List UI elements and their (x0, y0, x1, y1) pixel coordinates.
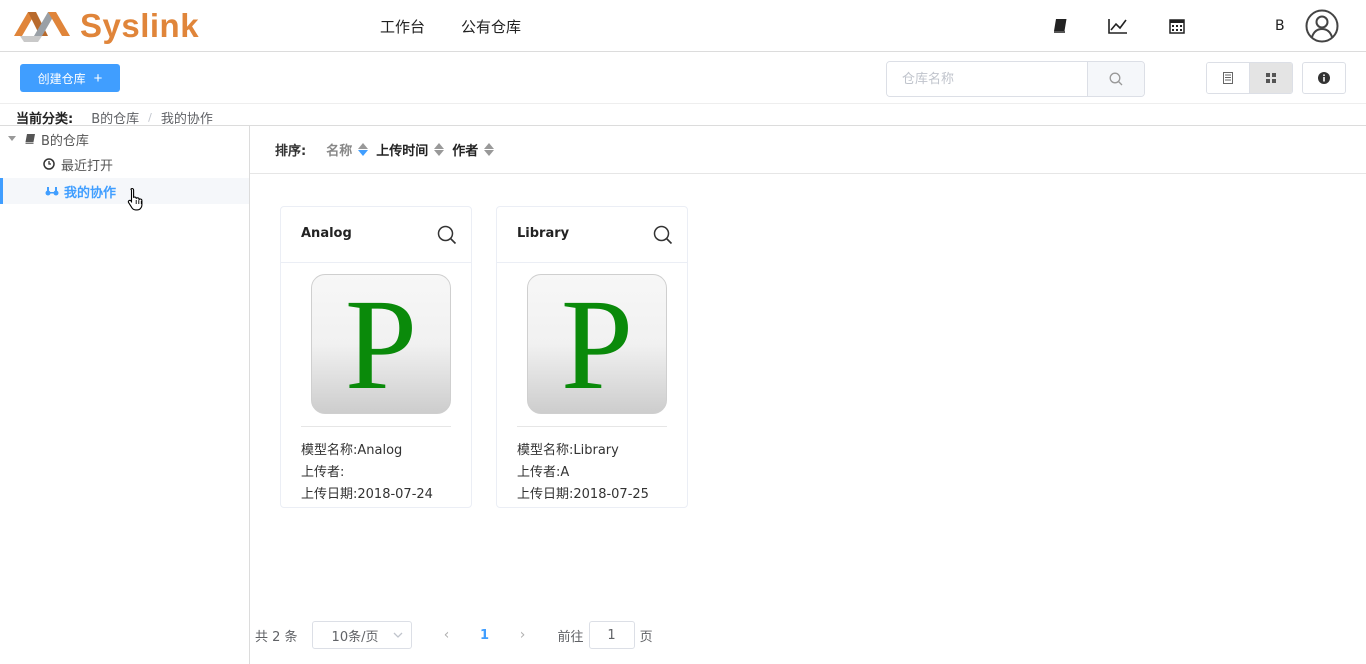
repo-search (886, 61, 1145, 97)
create-repo-label: 创建仓库 (37, 71, 86, 86)
sort-name-label: 名称 (326, 144, 353, 159)
collaboration-icon (45, 187, 59, 196)
sort-caret-icon (358, 143, 369, 156)
sort-by-author[interactable]: 作者 (452, 140, 495, 159)
create-repo-button[interactable]: 创建仓库 + (20, 64, 120, 92)
search-icon[interactable] (437, 225, 457, 245)
breadcrumb: 当前分类: B的仓库 / 我的协作 (16, 108, 213, 127)
tree-node-root[interactable]: B的仓库 (0, 126, 249, 152)
line-chart-icon[interactable] (1108, 16, 1128, 36)
top-nav: 工作台 公有仓库 (380, 0, 557, 52)
grid-icon (1266, 73, 1276, 83)
page-size-value: 10条/页 (331, 629, 379, 645)
sort-caret-icon (434, 143, 445, 156)
info-icon (1318, 72, 1330, 84)
sort-caret-icon (484, 143, 495, 156)
top-header: Syslink 工作台 公有仓库 B (0, 0, 1366, 52)
sort-author-label: 作者 (452, 144, 479, 159)
app-name: Syslink (80, 7, 200, 44)
uploader: 上传者: (301, 465, 345, 480)
total-count: 共 2 条 (255, 629, 298, 645)
model-thumbnail[interactable]: P (311, 274, 451, 414)
sort-by-name[interactable]: 名称 (326, 140, 369, 159)
card-title: Analog (301, 226, 352, 241)
chevron-down-icon (393, 632, 403, 638)
page-suffix: 页 (639, 629, 653, 645)
nav-public-repo[interactable]: 公有仓库 (461, 16, 521, 37)
clock-icon (43, 158, 55, 170)
breadcrumb-item-collab[interactable]: 我的协作 (161, 108, 213, 127)
repo-card[interactable]: Library P 模型名称:Library 上传者:A 上传日期:2018-0… (496, 206, 688, 508)
card-divider (517, 426, 667, 427)
card-header: Library (497, 207, 687, 263)
model-thumbnail[interactable]: P (527, 274, 667, 414)
sort-time-label: 上传时间 (376, 144, 429, 159)
breadcrumb-separator: / (148, 111, 152, 124)
search-icon (1109, 72, 1123, 86)
upload-date: 上传日期:2018-07-25 (517, 487, 649, 502)
prev-page-button[interactable]: ‹ (432, 627, 462, 643)
search-icon[interactable] (653, 225, 673, 245)
list-icon (1223, 72, 1233, 84)
breadcrumb-bar: 当前分类: B的仓库 / 我的协作 (0, 103, 1366, 127)
nav-workbench[interactable]: 工作台 (380, 16, 425, 37)
hand-pointer-icon (127, 187, 143, 211)
app-logo[interactable]: Syslink (12, 4, 199, 48)
breadcrumb-label: 当前分类: (16, 112, 74, 127)
card-title: Library (517, 226, 570, 241)
search-button[interactable] (1087, 62, 1144, 96)
next-page-button[interactable]: › (508, 627, 538, 643)
sort-by-upload-time[interactable]: 上传时间 (376, 140, 445, 159)
sort-bar: 排序: 名称 上传时间 作者 (250, 126, 1366, 174)
card-divider (301, 426, 451, 427)
tree-root-label: B的仓库 (41, 133, 89, 149)
thumbnail-letter: P (344, 274, 418, 414)
page-number[interactable]: 1 (470, 628, 500, 643)
plus-icon: + (93, 69, 103, 87)
card-header: Analog (281, 207, 471, 263)
goto-label: 前往 (557, 629, 584, 645)
tree-node-recent[interactable]: 最近打开 (0, 151, 249, 177)
uploader: 上传者:A (517, 465, 570, 480)
tree-collab-label: 我的协作 (64, 185, 117, 201)
grid-view-button[interactable] (1249, 63, 1292, 93)
user-name[interactable]: B (1275, 18, 1285, 34)
pagination: 共 2 条 10条/页 ‹ 1 › 前往 页 (255, 621, 653, 649)
repo-search-input[interactable] (887, 62, 1087, 96)
thumbnail-letter: P (560, 274, 634, 414)
sidebar-tree: B的仓库 最近打开 我的协作 (0, 126, 250, 664)
syslink-logo-icon (14, 12, 70, 42)
list-view-button[interactable] (1207, 63, 1249, 93)
info-button[interactable] (1302, 62, 1346, 94)
book-icon[interactable] (1051, 16, 1071, 36)
view-toggle (1206, 62, 1293, 94)
user-avatar-icon[interactable] (1305, 9, 1339, 43)
repo-card[interactable]: Analog P 模型名称:Analog 上传者: 上传日期:2018-07-2… (280, 206, 472, 508)
breadcrumb-item-repo[interactable]: B的仓库 (91, 108, 139, 127)
goto-page-input[interactable] (588, 621, 635, 649)
upload-date: 上传日期:2018-07-24 (301, 487, 433, 502)
calendar-icon[interactable] (1167, 16, 1187, 36)
page-size-select[interactable]: 10条/页 (311, 621, 412, 649)
sort-title: 排序: (275, 144, 307, 159)
book-icon (25, 133, 35, 144)
tree-node-collab[interactable]: 我的协作 (0, 178, 249, 204)
caret-down-icon (8, 136, 16, 141)
tree-recent-label: 最近打开 (61, 158, 114, 174)
model-name: 模型名称:Analog (301, 443, 403, 458)
model-name: 模型名称:Library (517, 443, 619, 458)
